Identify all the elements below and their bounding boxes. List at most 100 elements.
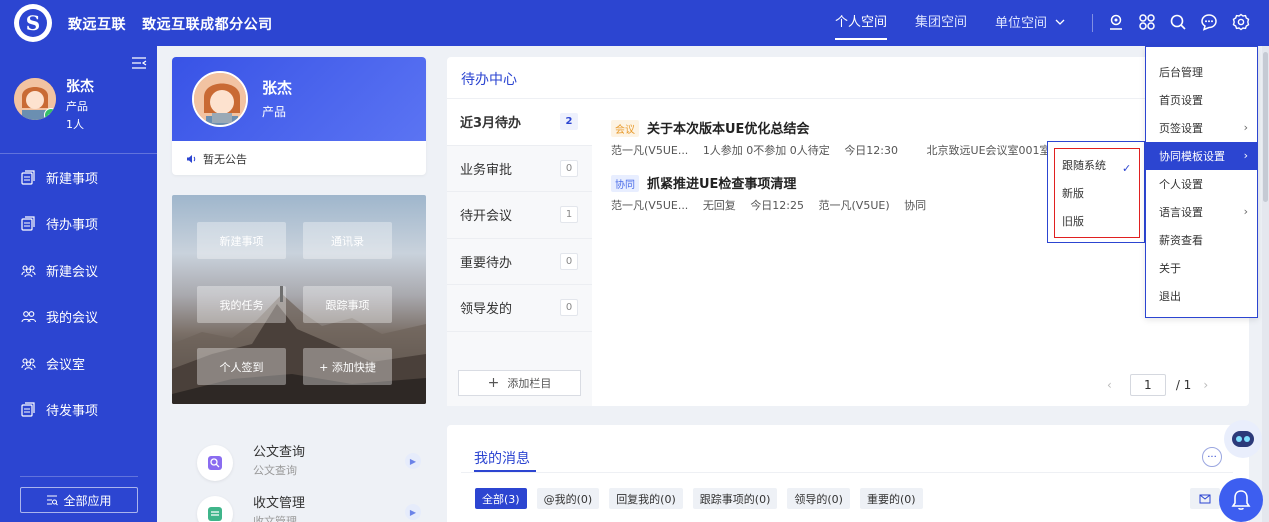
bell-icon[interactable] bbox=[1219, 478, 1263, 522]
sidebar: ✓ 张杰 产品 1人 新建事项 待办事项 新建会议 我的会议 会议室 待发事项 bbox=[0, 46, 157, 522]
location-icon[interactable] bbox=[1105, 11, 1127, 33]
menu-item-label: 个人设置 bbox=[1159, 178, 1203, 191]
collapse-menu-icon[interactable] bbox=[131, 56, 147, 70]
menu-item-about[interactable]: 关于 bbox=[1146, 254, 1257, 282]
shortcut-track-items[interactable]: 跟踪事项 bbox=[303, 286, 392, 323]
msg-tab-tracked[interactable]: 跟踪事项的(0) bbox=[692, 488, 778, 509]
notice-bar[interactable]: 暂无公告 bbox=[186, 151, 247, 167]
search-icon[interactable] bbox=[1167, 11, 1189, 33]
msg-tab-mentions[interactable]: @我的(0) bbox=[536, 488, 600, 509]
app-item-doc-query[interactable]: 公文查询 公文查询 ▶ bbox=[197, 441, 427, 481]
new-version-option[interactable]: 新版 bbox=[1062, 185, 1084, 201]
user-role: 产品 bbox=[66, 100, 88, 113]
menu-item-label: 薪资查看 bbox=[1159, 234, 1203, 247]
shortcut-address-book[interactable]: 通讯录 bbox=[303, 222, 392, 259]
sidebar-bottom-divider bbox=[20, 476, 138, 477]
old-version-option[interactable]: 旧版 bbox=[1062, 213, 1084, 229]
menu-item-home-settings[interactable]: 首页设置 bbox=[1146, 86, 1257, 114]
menu-item-admin[interactable]: 后台管理 bbox=[1146, 58, 1257, 86]
speaker-icon bbox=[186, 154, 197, 164]
todo-item-title[interactable]: 抓紧推进UE检查事项清理 bbox=[647, 177, 796, 192]
follow-system-option[interactable]: 跟随系统 bbox=[1062, 157, 1106, 173]
todo-tab-count: 0 bbox=[560, 159, 578, 177]
profile-header: 张杰 产品 bbox=[172, 57, 426, 141]
mail-icon[interactable] bbox=[1190, 488, 1220, 509]
nav-group-space[interactable]: 集团空间 bbox=[915, 0, 967, 46]
user-name: 张杰 bbox=[66, 79, 94, 95]
todo-item[interactable]: 会议 关于本次版本UE优化总结会 范一凡(V5UE... 1人参加 0不参加 0人… bbox=[611, 118, 1062, 158]
apps-icon[interactable] bbox=[1136, 11, 1158, 33]
menu-item-language[interactable]: 语言设置 › bbox=[1146, 198, 1257, 226]
document-icon bbox=[20, 216, 36, 232]
next-page-icon[interactable]: › bbox=[1203, 378, 1208, 392]
add-column-button[interactable]: + 添加栏目 bbox=[458, 370, 581, 396]
chevron-down-icon bbox=[1055, 0, 1065, 46]
shortcut-new-item[interactable]: 新建事项 bbox=[197, 222, 286, 259]
sidebar-item-new-item[interactable]: 新建事项 bbox=[0, 154, 157, 201]
menu-item-collab-template[interactable]: 协同模板设置 › bbox=[1146, 142, 1257, 170]
messages-title[interactable]: 我的消息 bbox=[474, 448, 530, 468]
app-subtitle: 公文查询 bbox=[253, 464, 297, 477]
todo-item[interactable]: 协同 抓紧推进UE检查事项清理 范一凡(V5UE... 无回复 今日12:25 范… bbox=[611, 173, 937, 213]
shortcut-my-tasks[interactable]: 我的任务 bbox=[197, 286, 286, 323]
msg-tab-important[interactable]: 重要的(0) bbox=[859, 488, 923, 509]
todo-item-meta: 范一凡(V5UE... 无回复 今日12:25 范一凡(V5UE) 协同 bbox=[611, 197, 937, 213]
check-icon: ✓ bbox=[1122, 162, 1132, 175]
nav-personal-space[interactable]: 个人空间 bbox=[835, 0, 888, 46]
item-location: 北京致远UE会议室001室 bbox=[926, 144, 1051, 157]
item-sender: 范一凡(V5UE... bbox=[611, 199, 689, 212]
page-input[interactable]: 1 bbox=[1129, 374, 1166, 396]
menu-item-label: 后台管理 bbox=[1159, 66, 1203, 79]
sidebar-item-my-meetings[interactable]: 我的会议 bbox=[0, 294, 157, 341]
sidebar-item-meeting-room[interactable]: 会议室 bbox=[0, 340, 157, 387]
nav-unit-space[interactable]: 单位空间 bbox=[995, 0, 1065, 46]
more-icon[interactable]: ··· bbox=[1202, 447, 1222, 467]
menu-item-logout[interactable]: 退出 bbox=[1146, 282, 1257, 310]
all-apps-button[interactable]: 全部应用 bbox=[20, 487, 138, 513]
prev-page-icon[interactable]: ‹ bbox=[1107, 378, 1112, 392]
gear-icon[interactable] bbox=[1230, 11, 1252, 33]
people-icon bbox=[20, 309, 36, 325]
msg-tab-all[interactable]: 全部(3) bbox=[475, 488, 527, 509]
chat-icon[interactable] bbox=[1198, 11, 1220, 33]
todo-title: 待办中心 bbox=[461, 72, 517, 88]
msg-tab-replies[interactable]: 回复我的(0) bbox=[609, 488, 683, 509]
shortcut-add[interactable]: + 添加快捷 bbox=[303, 348, 392, 385]
assistant-robot-icon[interactable] bbox=[1224, 420, 1262, 458]
menu-item-personal-settings[interactable]: 个人设置 bbox=[1146, 170, 1257, 198]
item-time: 今日12:30 bbox=[844, 144, 899, 157]
notice-text: 暂无公告 bbox=[203, 153, 247, 166]
profile-avatar[interactable] bbox=[192, 71, 248, 127]
shortcut-sign-in[interactable]: 个人签到 bbox=[197, 348, 286, 385]
todo-tab-approval[interactable]: 业务审批 0 bbox=[447, 146, 592, 192]
user-avatar[interactable]: ✓ bbox=[14, 78, 56, 120]
top-nav: 个人空间 集团空间 单位空间 bbox=[835, 0, 1065, 46]
todo-tab-recent[interactable]: 近3月待办 2 bbox=[447, 99, 592, 146]
scrollbar-thumb[interactable] bbox=[1263, 52, 1268, 202]
play-arrow-icon[interactable]: ▶ bbox=[405, 453, 421, 469]
todo-item-title[interactable]: 关于本次版本UE优化总结会 bbox=[647, 122, 809, 137]
sidebar-item-todo[interactable]: 待办事项 bbox=[0, 201, 157, 248]
sidebar-item-pending-send[interactable]: 待发事项 bbox=[0, 387, 157, 434]
nav-unit-space-label: 单位空间 bbox=[995, 16, 1048, 31]
msg-tab-leader[interactable]: 领导的(0) bbox=[787, 488, 850, 509]
doc-query-icon bbox=[197, 445, 233, 481]
todo-tab-meetings[interactable]: 待开会议 1 bbox=[447, 192, 592, 239]
menu-item-label: 首页设置 bbox=[1159, 94, 1203, 107]
chevron-right-icon: › bbox=[1243, 205, 1248, 218]
todo-tab-label: 重要待办 bbox=[460, 255, 513, 271]
meeting-icon bbox=[20, 355, 36, 371]
todo-tab-leader[interactable]: 领导发的 0 bbox=[447, 285, 592, 332]
play-arrow-icon[interactable]: ▶ bbox=[405, 504, 421, 520]
menu-item-salary[interactable]: 薪资查看 bbox=[1146, 226, 1257, 254]
meeting-tag: 会议 bbox=[611, 120, 639, 137]
app-item-receive-doc[interactable]: 收文管理 收文管理 ▶ bbox=[197, 492, 427, 522]
online-check-icon: ✓ bbox=[44, 108, 56, 120]
todo-tab-important[interactable]: 重要待办 0 bbox=[447, 239, 592, 285]
menu-item-tab-settings[interactable]: 页签设置 › bbox=[1146, 114, 1257, 142]
profile-name: 张杰 bbox=[262, 79, 293, 97]
page-total: / 1 bbox=[1175, 378, 1192, 392]
logo[interactable]: S bbox=[14, 4, 52, 42]
item-reply: 无回复 bbox=[702, 199, 736, 212]
sidebar-item-new-meeting[interactable]: 新建会议 bbox=[0, 247, 157, 294]
